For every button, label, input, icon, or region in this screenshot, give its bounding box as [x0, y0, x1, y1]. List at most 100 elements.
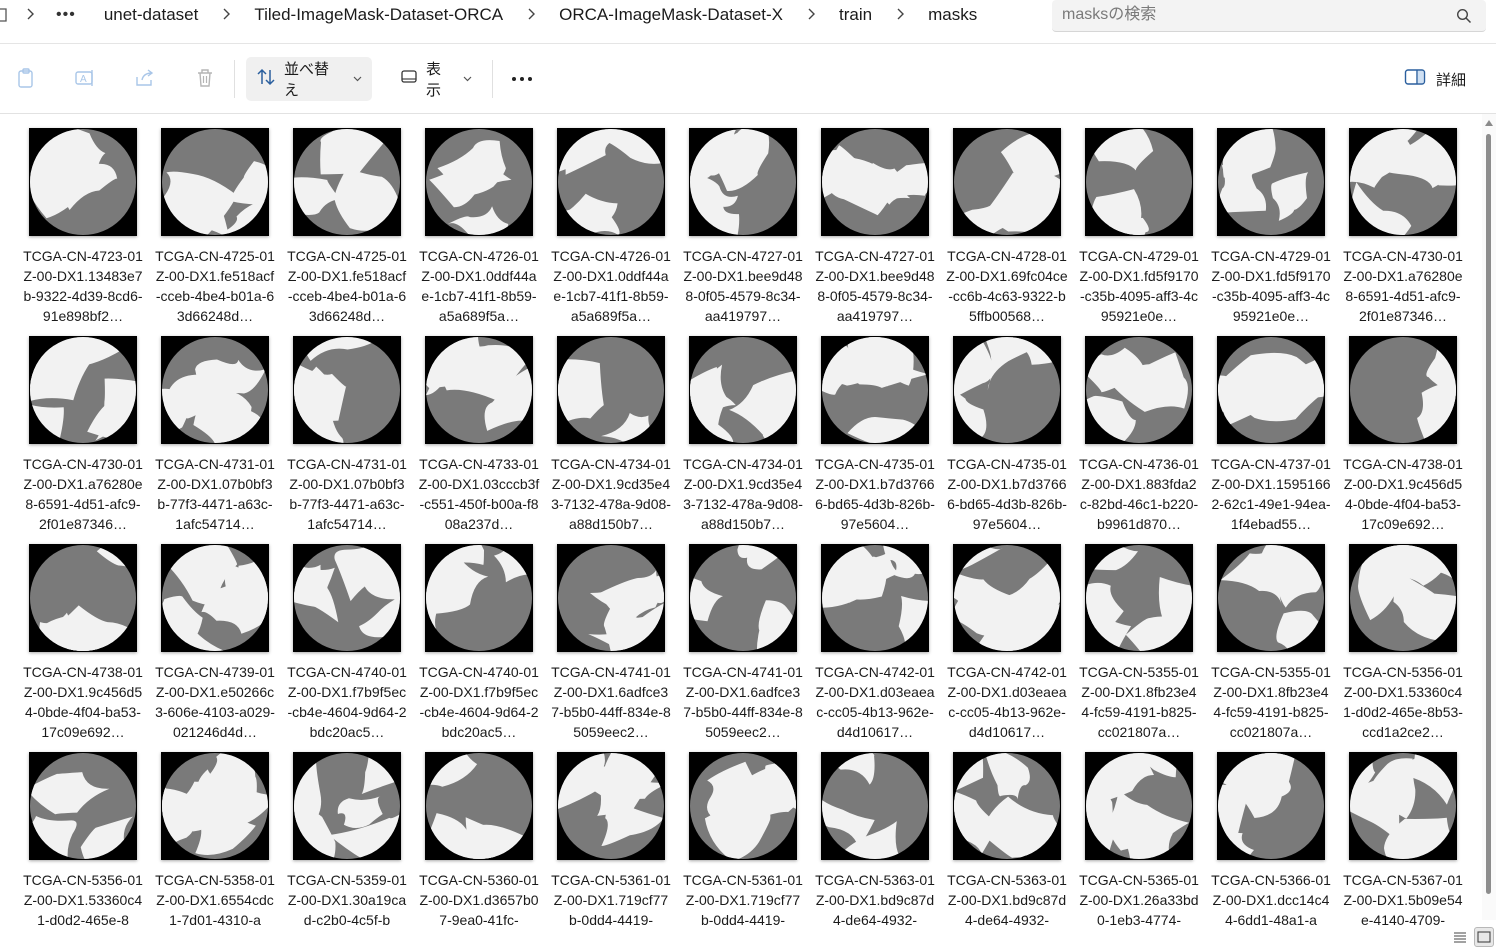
mask-thumbnail[interactable]: [689, 128, 797, 236]
mask-thumbnail[interactable]: [293, 752, 401, 860]
vertical-scrollbar[interactable]: [1482, 114, 1496, 920]
file-tile[interactable]: TCGA-CN-5363-01Z-00-DX1.bd9c87d4-de64-49…: [946, 746, 1068, 946]
file-tile[interactable]: TCGA-CN-4742-01Z-00-DX1.d03eaeac-cc05-4b…: [946, 538, 1068, 738]
mask-thumbnail[interactable]: [293, 336, 401, 444]
details-pane-button[interactable]: 詳細: [1404, 64, 1466, 94]
file-tile[interactable]: TCGA-CN-4726-01Z-00-DX1.0ddf44ae-1cb7-41…: [418, 122, 540, 322]
mask-thumbnail[interactable]: [953, 752, 1061, 860]
mask-thumbnail[interactable]: [1217, 128, 1325, 236]
file-tile[interactable]: TCGA-CN-4734-01Z-00-DX1.9cd35e43-7132-47…: [550, 330, 672, 530]
mask-thumbnail[interactable]: [161, 336, 269, 444]
mask-thumbnail[interactable]: [1085, 544, 1193, 652]
mask-thumbnail[interactable]: [1349, 544, 1457, 652]
breadcrumb-overflow-button[interactable]: •••: [50, 6, 82, 24]
chevron-right-icon[interactable]: [511, 7, 551, 24]
file-tile[interactable]: TCGA-CN-4729-01Z-00-DX1.fd5f9170-c35b-40…: [1078, 122, 1200, 322]
large-icons-view-icon[interactable]: [1474, 927, 1494, 947]
file-tile[interactable]: TCGA-CN-5367-01Z-00-DX1.5b09e54e-4140-47…: [1342, 746, 1464, 946]
delete-icon[interactable]: [191, 64, 219, 92]
more-options-button[interactable]: [506, 64, 538, 94]
file-tile[interactable]: TCGA-CN-4740-01Z-00-DX1.f7b9f5ec-cb4e-46…: [286, 538, 408, 738]
mask-thumbnail[interactable]: [557, 336, 665, 444]
search-input[interactable]: [1062, 4, 1432, 26]
chevron-right-icon[interactable]: [791, 7, 831, 24]
breadcrumb-item-masks[interactable]: masks: [920, 5, 985, 25]
sort-button[interactable]: 並べ替え: [246, 57, 372, 101]
chevron-right-icon[interactable]: [880, 7, 920, 24]
file-tile[interactable]: TCGA-CN-5361-01Z-00-DX1.719cf77b-0dd4-44…: [550, 746, 672, 946]
mask-thumbnail[interactable]: [161, 544, 269, 652]
file-tile[interactable]: TCGA-CN-5366-01Z-00-DX1.dcc14c44-6dd1-48…: [1210, 746, 1332, 946]
mask-thumbnail[interactable]: [1217, 336, 1325, 444]
file-tile[interactable]: TCGA-CN-5360-01Z-00-DX1.d3657b07-9ea0-41…: [418, 746, 540, 946]
mask-thumbnail[interactable]: [29, 544, 137, 652]
file-tile[interactable]: TCGA-CN-4734-01Z-00-DX1.9cd35e43-7132-47…: [682, 330, 804, 530]
mask-thumbnail[interactable]: [425, 752, 533, 860]
mask-thumbnail[interactable]: [1085, 336, 1193, 444]
mask-thumbnail[interactable]: [1349, 336, 1457, 444]
file-tile[interactable]: TCGA-CN-5355-01Z-00-DX1.8fb23e44-fc59-41…: [1210, 538, 1332, 738]
file-tile[interactable]: TCGA-CN-4727-01Z-00-DX1.bee9d488-0f05-45…: [814, 122, 936, 322]
mask-thumbnail[interactable]: [1217, 544, 1325, 652]
file-tile[interactable]: TCGA-CN-5355-01Z-00-DX1.8fb23e44-fc59-41…: [1078, 538, 1200, 738]
details-view-icon[interactable]: [1450, 927, 1470, 947]
mask-thumbnail[interactable]: [161, 752, 269, 860]
mask-thumbnail[interactable]: [557, 752, 665, 860]
file-tile[interactable]: TCGA-CN-4723-01Z-00-DX1.13483e7b-9322-4d…: [22, 122, 144, 322]
file-tile[interactable]: TCGA-CN-5358-01Z-00-DX1.6554cdc1-7d01-43…: [154, 746, 276, 946]
mask-thumbnail[interactable]: [953, 336, 1061, 444]
file-tile[interactable]: TCGA-CN-4729-01Z-00-DX1.fd5f9170-c35b-40…: [1210, 122, 1332, 322]
mask-thumbnail[interactable]: [161, 128, 269, 236]
file-tile[interactable]: TCGA-CN-4741-01Z-00-DX1.6adfce37-b5b0-44…: [682, 538, 804, 738]
mask-thumbnail[interactable]: [689, 544, 797, 652]
mask-thumbnail[interactable]: [689, 336, 797, 444]
scroll-up-icon[interactable]: [1485, 120, 1493, 126]
chevron-right-icon[interactable]: [206, 7, 246, 24]
file-tile[interactable]: TCGA-CN-4730-01Z-00-DX1.a76280e8-6591-4d…: [22, 330, 144, 530]
file-tile[interactable]: TCGA-CN-4736-01Z-00-DX1.883fda2c-82bd-46…: [1078, 330, 1200, 530]
mask-thumbnail[interactable]: [821, 336, 929, 444]
file-tile[interactable]: TCGA-CN-4725-01Z-00-DX1.fe518acf-cceb-4b…: [286, 122, 408, 322]
file-tile[interactable]: TCGA-CN-4727-01Z-00-DX1.bee9d488-0f05-45…: [682, 122, 804, 322]
breadcrumb-item-tiled-dataset[interactable]: Tiled-ImageMask-Dataset-ORCA: [246, 5, 511, 25]
file-tile[interactable]: TCGA-CN-4741-01Z-00-DX1.6adfce37-b5b0-44…: [550, 538, 672, 738]
mask-thumbnail[interactable]: [29, 336, 137, 444]
mask-thumbnail[interactable]: [1085, 128, 1193, 236]
mask-thumbnail[interactable]: [293, 544, 401, 652]
share-icon[interactable]: [131, 64, 159, 92]
search-box[interactable]: [1052, 0, 1486, 32]
file-tile[interactable]: TCGA-CN-4725-01Z-00-DX1.fe518acf-cceb-4b…: [154, 122, 276, 322]
breadcrumb-item-unet-dataset[interactable]: unet-dataset: [96, 5, 207, 25]
rename-icon[interactable]: A: [71, 64, 99, 92]
file-tile[interactable]: TCGA-CN-4742-01Z-00-DX1.d03eaeac-cc05-4b…: [814, 538, 936, 738]
mask-thumbnail[interactable]: [689, 752, 797, 860]
file-tile[interactable]: TCGA-CN-4740-01Z-00-DX1.f7b9f5ec-cb4e-46…: [418, 538, 540, 738]
chevron-right-icon[interactable]: [10, 7, 50, 24]
file-tile[interactable]: TCGA-CN-5359-01Z-00-DX1.30a19cad-c2b0-4c…: [286, 746, 408, 946]
file-tile[interactable]: TCGA-CN-4737-01Z-00-DX1.15951662-62c1-49…: [1210, 330, 1332, 530]
mask-thumbnail[interactable]: [1349, 128, 1457, 236]
breadcrumb-item-train[interactable]: train: [831, 5, 880, 25]
mask-thumbnail[interactable]: [953, 544, 1061, 652]
mask-thumbnail[interactable]: [29, 752, 137, 860]
mask-thumbnail[interactable]: [557, 544, 665, 652]
search-icon[interactable]: [1456, 8, 1472, 24]
file-tile[interactable]: TCGA-CN-4726-01Z-00-DX1.0ddf44ae-1cb7-41…: [550, 122, 672, 322]
breadcrumb-item-orca-dataset[interactable]: ORCA-ImageMask-Dataset-X: [551, 5, 791, 25]
folder-icon[interactable]: [0, 0, 10, 30]
file-tile[interactable]: TCGA-CN-4738-01Z-00-DX1.9c456d54-0bde-4f…: [22, 538, 144, 738]
mask-thumbnail[interactable]: [821, 128, 929, 236]
mask-thumbnail[interactable]: [821, 752, 929, 860]
mask-thumbnail[interactable]: [425, 336, 533, 444]
mask-thumbnail[interactable]: [425, 128, 533, 236]
mask-thumbnail[interactable]: [1217, 752, 1325, 860]
file-tile[interactable]: TCGA-CN-4730-01Z-00-DX1.a76280e8-6591-4d…: [1342, 122, 1464, 322]
file-tile[interactable]: TCGA-CN-4735-01Z-00-DX1.b7d37666-bd65-4d…: [814, 330, 936, 530]
file-tile[interactable]: TCGA-CN-4739-01Z-00-DX1.e50266c3-606e-41…: [154, 538, 276, 738]
view-button[interactable]: 表示: [390, 57, 482, 101]
file-tile[interactable]: TCGA-CN-4728-01Z-00-DX1.69fc04ce-cc6b-4c…: [946, 122, 1068, 322]
mask-thumbnail[interactable]: [1085, 752, 1193, 860]
file-tile[interactable]: TCGA-CN-4731-01Z-00-DX1.07b0bf3b-77f3-44…: [154, 330, 276, 530]
file-tile[interactable]: TCGA-CN-5361-01Z-00-DX1.719cf77b-0dd4-44…: [682, 746, 804, 946]
scrollbar-thumb[interactable]: [1486, 134, 1491, 894]
